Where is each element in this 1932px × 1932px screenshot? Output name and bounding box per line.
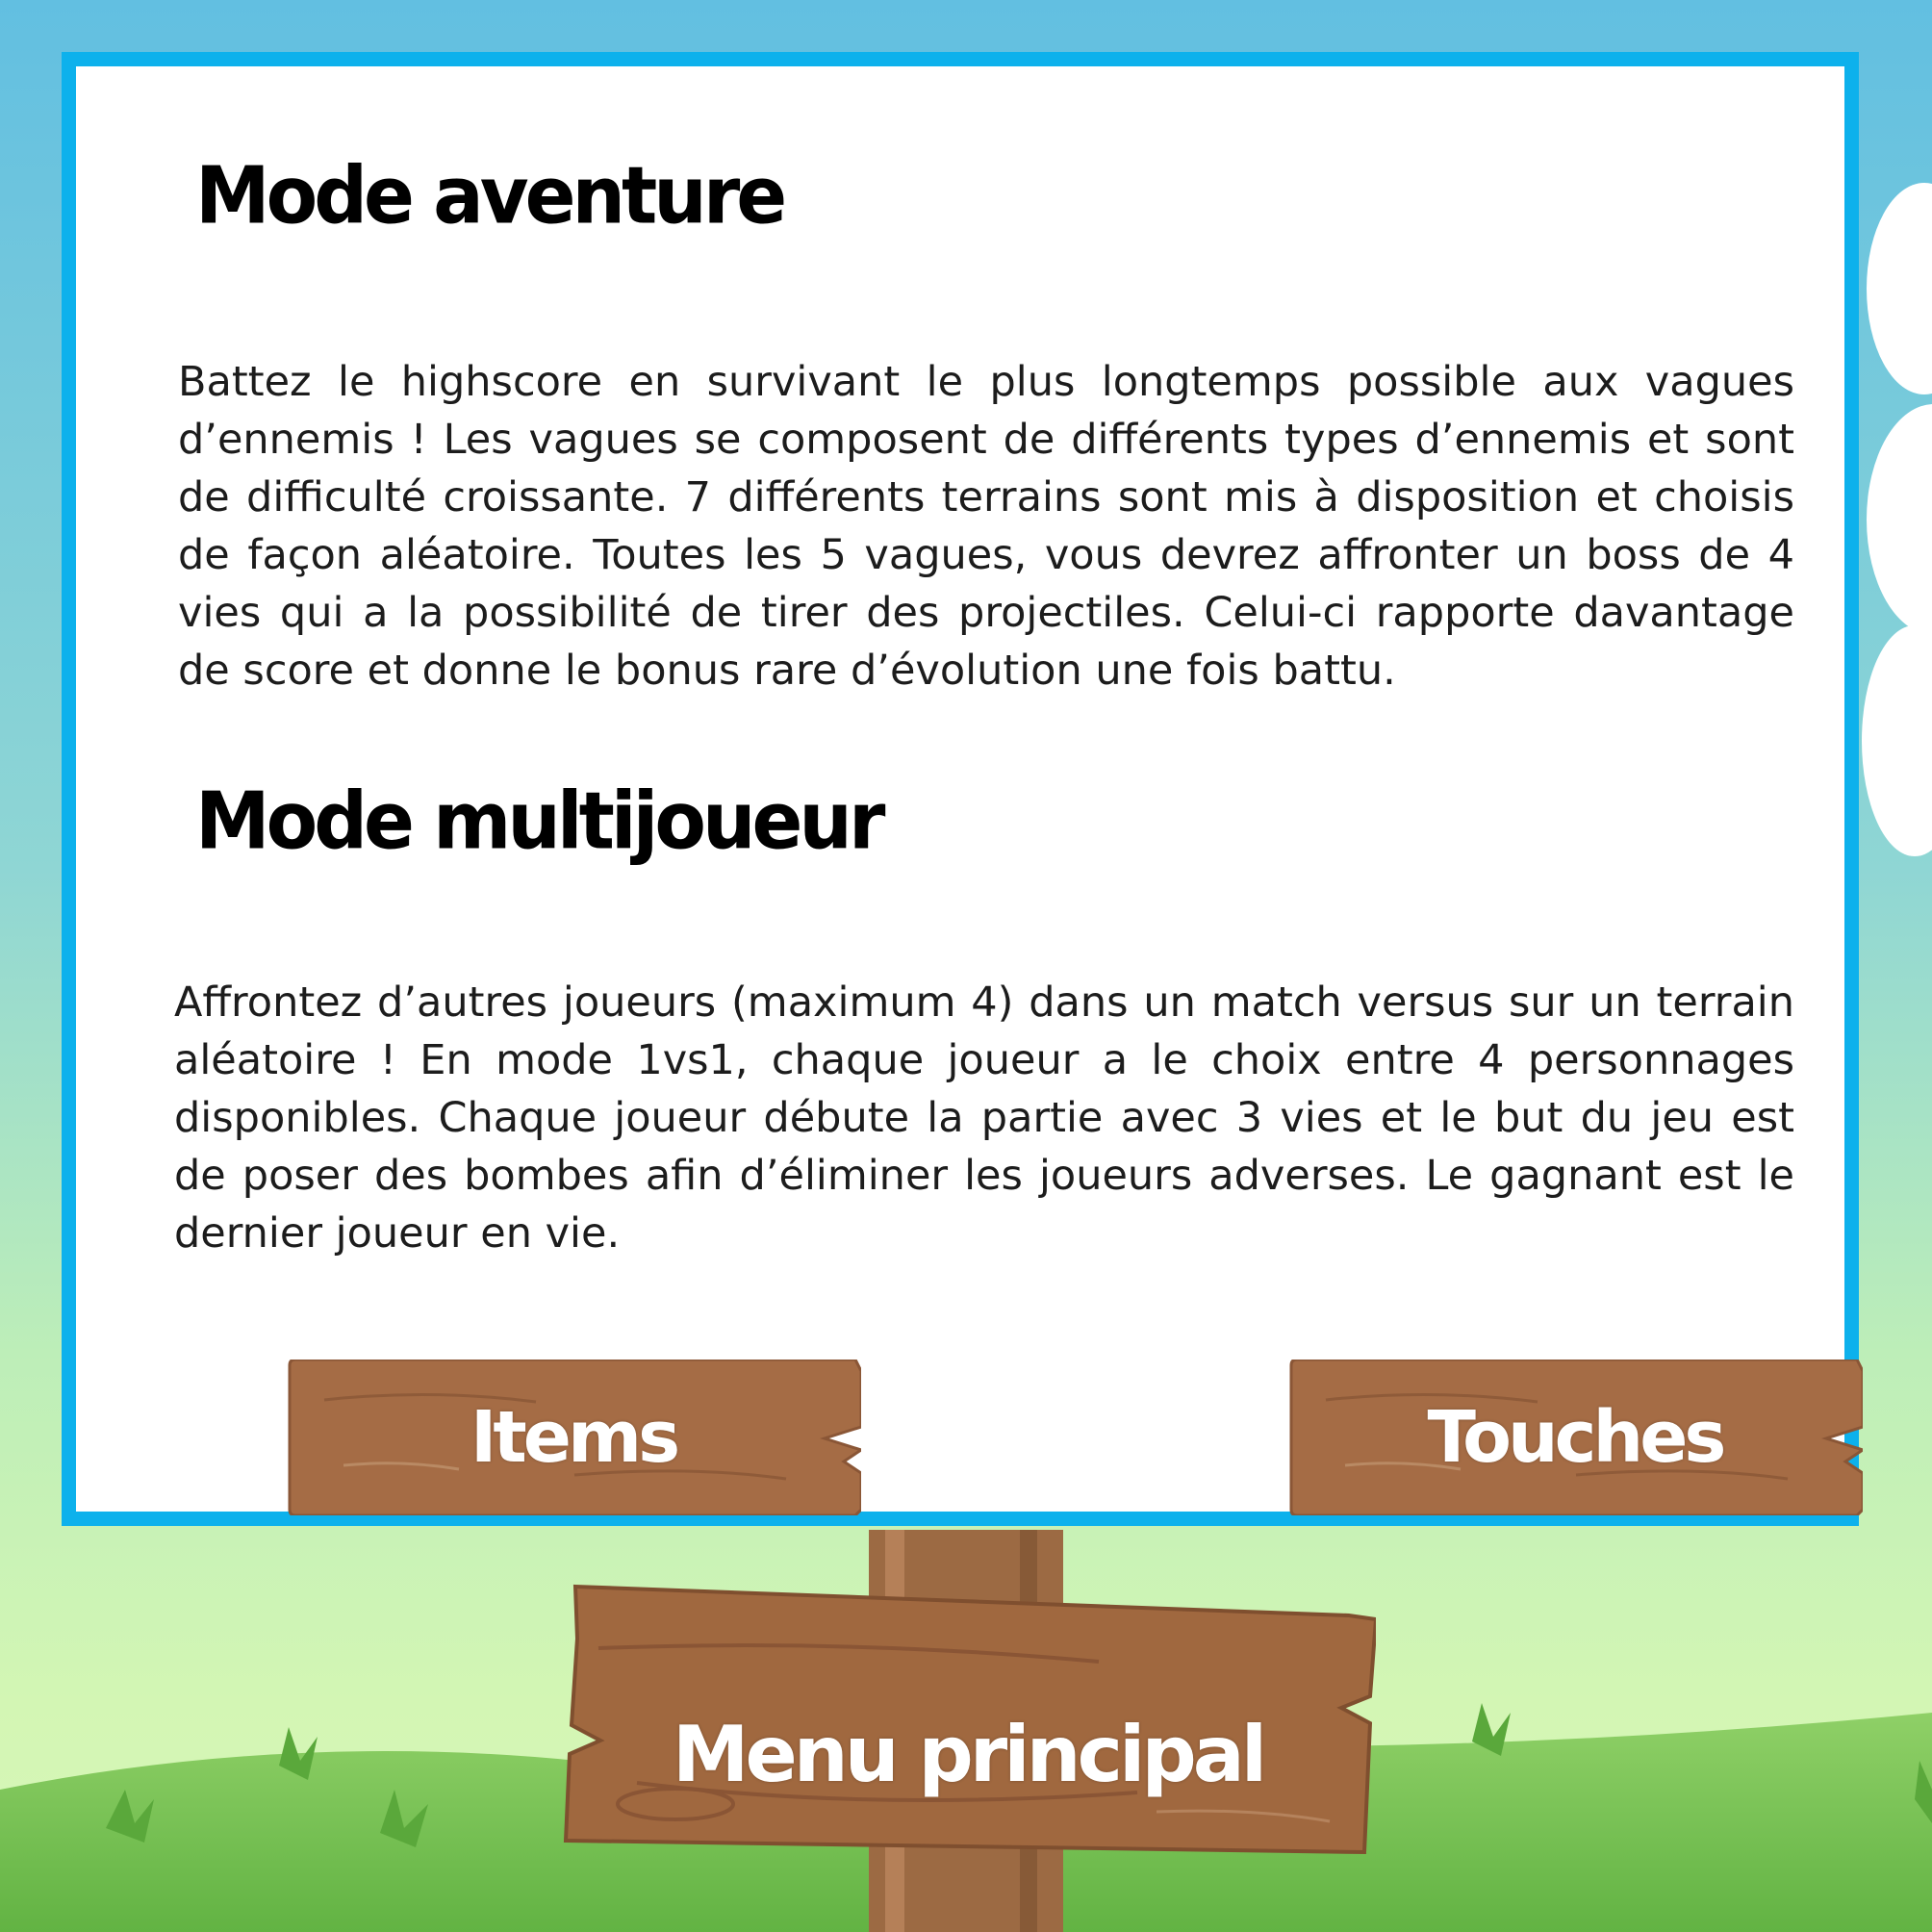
- main-menu-button-label: Menu principal: [672, 1709, 1267, 1799]
- section-text-multijoueur: Affrontez d’autres joueurs (maximum 4) d…: [174, 979, 1794, 1258]
- section-text-aventure: Battez le highscore en survivant le plus…: [178, 358, 1794, 695]
- section-title-aventure: Mode aventure: [195, 150, 787, 242]
- touches-button[interactable]: Touches: [1287, 1360, 1863, 1515]
- info-panel: Mode aventure Battez le highscore en sur…: [62, 52, 1863, 1526]
- items-button-label: Items: [470, 1396, 680, 1479]
- items-button[interactable]: Items: [286, 1360, 861, 1515]
- touches-button-label: Touches: [1427, 1396, 1727, 1479]
- cloud-shape: [1862, 183, 1932, 856]
- main-menu-button[interactable]: Menu principal: [560, 1581, 1376, 1869]
- section-title-multijoueur: Mode multijoueur: [195, 775, 885, 868]
